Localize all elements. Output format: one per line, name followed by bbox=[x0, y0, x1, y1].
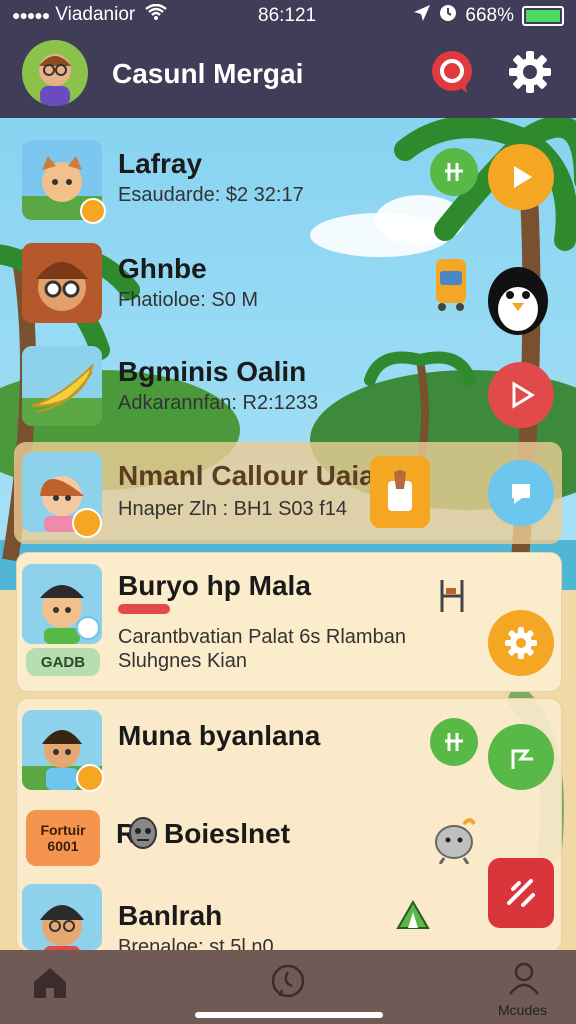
play-button[interactable] bbox=[488, 362, 554, 428]
chair-icon bbox=[436, 576, 468, 616]
list-item[interactable]: Nmanl Callour Uaiat Hnaper Zln : BH1 S03… bbox=[16, 442, 562, 544]
profile-tab-label: Mcudes bbox=[498, 1002, 548, 1018]
item-name: Ghnbe bbox=[118, 253, 207, 284]
item-name: Banlrah bbox=[118, 900, 223, 931]
signal-icon: ●●●●● bbox=[12, 7, 50, 23]
item-name: Buryo hp Mala bbox=[118, 570, 311, 601]
play-icon bbox=[512, 381, 535, 409]
item-subtitle: Brenaloe: st 5l n0 bbox=[118, 936, 274, 950]
list-item[interactable]: Lafray Esaudarde: $2 32:17 bbox=[16, 130, 562, 230]
play-icon bbox=[514, 166, 532, 188]
badge-line-1: Fortuir bbox=[40, 822, 86, 838]
list-item[interactable]: Ghnbe Fhatioloe: S0 M bbox=[16, 235, 562, 335]
item-thumbnail bbox=[22, 243, 102, 323]
cup-icon bbox=[370, 456, 430, 528]
home-icon bbox=[34, 968, 66, 998]
user-icon bbox=[509, 962, 539, 995]
wifi-icon bbox=[145, 3, 167, 26]
home-tab[interactable] bbox=[30, 962, 70, 1002]
bottom-navigation: Mcudes bbox=[0, 950, 576, 1024]
item-name: Nmanl Callour Uaiat bbox=[118, 460, 385, 491]
item-description: Carantbvatian Palat 6s Rlamban bbox=[118, 626, 406, 648]
item-name: Bgminis Oalin bbox=[118, 356, 307, 387]
status-badge bbox=[72, 508, 102, 538]
status-badge bbox=[76, 616, 100, 640]
item-thumbnail bbox=[22, 346, 102, 426]
grid-icon[interactable] bbox=[430, 718, 478, 766]
creature-icon bbox=[432, 814, 478, 865]
tent-icon bbox=[396, 899, 430, 930]
chat-tab[interactable] bbox=[268, 962, 308, 1002]
share-button[interactable] bbox=[488, 724, 554, 790]
list-item[interactable]: Banlrah Brenaloe: st 5l n0 bbox=[16, 878, 562, 950]
chat-bubble-icon bbox=[432, 51, 472, 93]
status-bar: ●●●●● Viadanior 86:121 668% bbox=[0, 0, 576, 30]
item-subtitle: Fhatioloe: S0 M bbox=[118, 289, 259, 311]
status-badge bbox=[80, 198, 106, 224]
page-title: Casunl Mergai bbox=[112, 58, 304, 89]
battery-icon bbox=[522, 6, 564, 26]
tag-badge: GADB bbox=[26, 648, 100, 676]
item-name: Boieslnet bbox=[164, 818, 291, 849]
settings-button[interactable] bbox=[504, 46, 556, 98]
alarm-icon bbox=[439, 4, 457, 28]
share-icon bbox=[511, 749, 533, 769]
list-item[interactable]: Bgminis Oalin Adkarannfan: R2:1233 bbox=[16, 338, 562, 438]
close-action-button[interactable] bbox=[488, 858, 554, 928]
settings-action-button[interactable] bbox=[488, 610, 554, 676]
list-item-expanded[interactable]: Buryo hp Mala Carantbvatian Palat 6s Rla… bbox=[16, 552, 562, 692]
gear-icon bbox=[505, 627, 537, 659]
chat-icon bbox=[512, 484, 530, 504]
notifications-button[interactable] bbox=[426, 46, 478, 98]
app-header: Casunl Mergai bbox=[0, 30, 576, 118]
profile-tab[interactable] bbox=[504, 958, 544, 998]
item-subtitle: Hnaper Zln : BH1 S03 f14 bbox=[118, 498, 348, 520]
grid-icon[interactable] bbox=[430, 148, 478, 196]
item-subtitle: Adkarannfan: R2:1233 bbox=[118, 392, 319, 414]
item-subtitle: Esaudarde: $2 32:17 bbox=[118, 184, 304, 206]
carrier-name: Viadanior bbox=[55, 4, 136, 25]
item-thumbnail bbox=[22, 884, 102, 950]
item-name: Muna byanlana bbox=[118, 720, 321, 751]
slash-icon bbox=[507, 879, 535, 907]
face-icon bbox=[128, 816, 158, 850]
clock: 86:121 bbox=[258, 5, 317, 26]
status-badge bbox=[76, 764, 104, 792]
penguin-icon bbox=[482, 259, 554, 339]
location-icon bbox=[413, 4, 431, 28]
list-item[interactable]: Fortuir 6001 R Boieslnet bbox=[16, 800, 562, 878]
battery-percent: 668% bbox=[465, 5, 514, 26]
user-avatar[interactable] bbox=[22, 40, 88, 106]
item-label-badge: Fortuir 6001 bbox=[26, 810, 100, 866]
chat-bubble-icon bbox=[271, 964, 305, 998]
chat-button[interactable] bbox=[488, 460, 554, 526]
play-button[interactable] bbox=[488, 144, 554, 210]
badge-line-2: 6001 bbox=[47, 838, 79, 854]
list-item[interactable]: Muna byanlana bbox=[16, 700, 562, 800]
backpack-icon bbox=[426, 251, 476, 311]
item-description-2: Sluhgnes Kian bbox=[118, 650, 247, 672]
item-name: Lafray bbox=[118, 148, 203, 179]
home-indicator bbox=[195, 1012, 383, 1018]
progress-indicator bbox=[118, 604, 170, 614]
gear-icon bbox=[509, 51, 551, 93]
